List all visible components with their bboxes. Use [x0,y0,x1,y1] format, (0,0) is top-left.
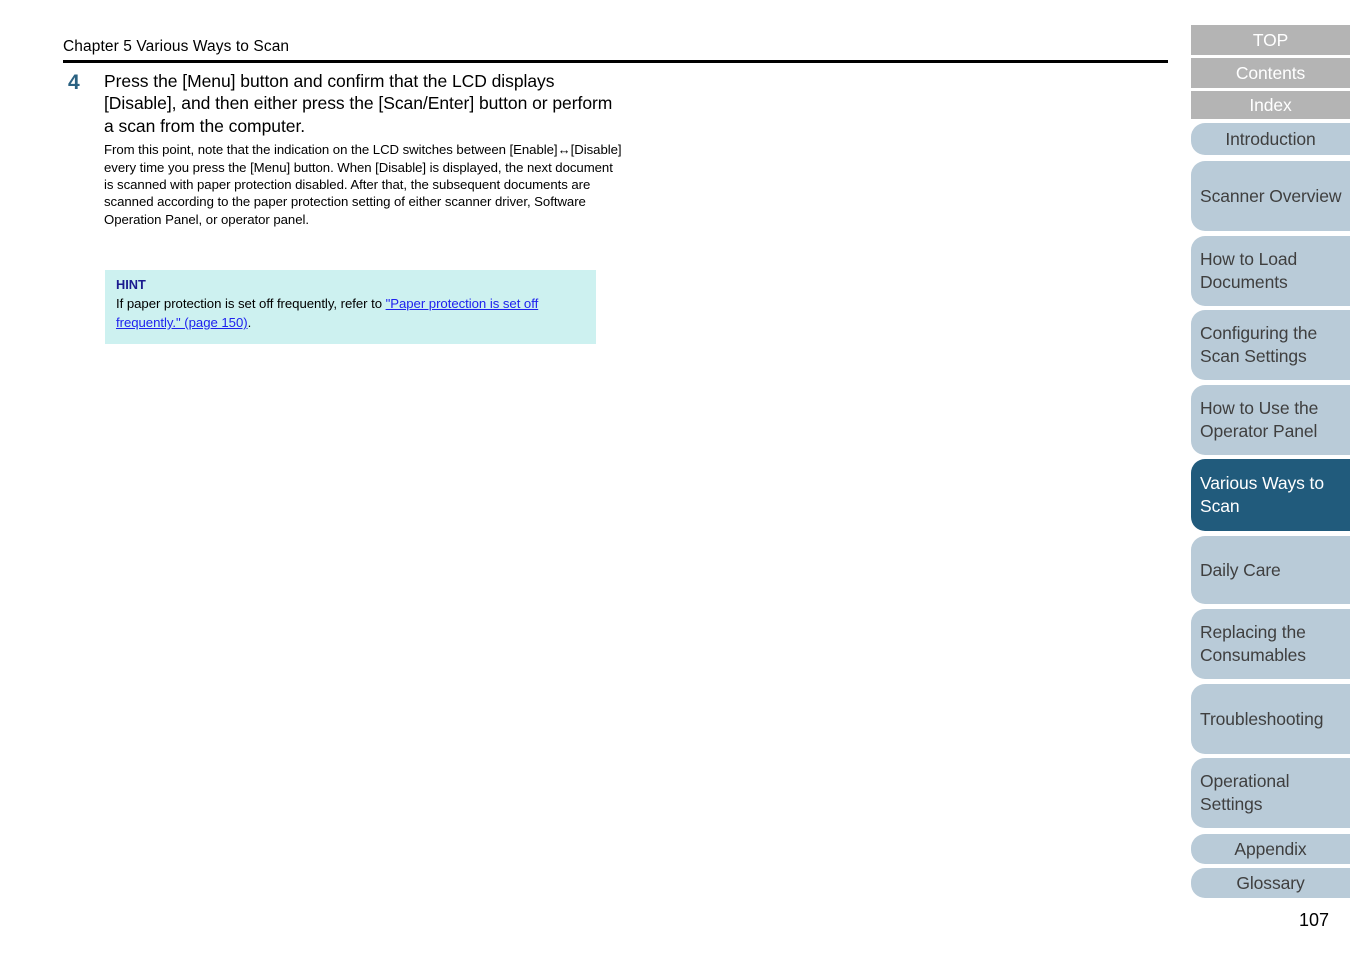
side-navigation: TOP Contents Index Introduction Scanner Over… [1185,0,1350,954]
step-body: Press the [Menu] button and confirm that… [104,70,623,228]
step-number: 4 [68,71,80,94]
nav-item-label: Troubleshooting [1200,708,1324,729]
chapter-header: Chapter 5 Various Ways to Scan [63,38,290,55]
step-description: From this point, note that the indicatio… [104,142,622,227]
nav-item-introduction[interactable]: Introduction [1191,123,1350,155]
nav-item-label: Index [1249,94,1292,115]
document-page: Chapter 5 Various Ways to Scan 4 Press t… [0,0,1350,954]
nav-item-label: Appendix [1234,838,1307,859]
page-number: 107 [1298,910,1329,930]
nav-item-how-to-load-documents[interactable]: How to Load Documents [1191,236,1350,306]
nav-item-label: How to Use the Operator Panel [1200,398,1319,441]
nav-item-configuring-the-scan-settings[interactable]: Configuring the Scan Settings [1191,310,1350,380]
nav-item-troubleshooting[interactable]: Troubleshooting [1191,684,1350,754]
nav-item-label: Scanner Overview [1200,185,1342,206]
nav-item-label: Various Ways to Scan [1200,473,1324,516]
nav-item-label: Contents [1235,62,1306,83]
nav-item-appendix[interactable]: Appendix [1191,834,1350,864]
nav-item-top[interactable]: TOP [1191,25,1350,55]
nav-item-index[interactable]: Index [1191,91,1350,119]
step-block: 4 Press the [Menu] button and confirm th… [63,70,623,228]
step-title: Press the [Menu] button and confirm that… [104,71,613,136]
hint-text-after: . [247,315,252,330]
nav-item-label: Glossary [1236,872,1305,893]
header-divider [63,60,1168,63]
nav-item-label: How to Load Documents [1200,249,1298,292]
nav-item-label: TOP [1252,29,1289,50]
nav-item-contents[interactable]: Contents [1191,58,1350,88]
hint-box: HINT If paper protection is set off freq… [105,270,596,344]
nav-item-how-to-use-the-operator-panel[interactable]: How to Use the Operator Panel [1191,385,1350,455]
nav-item-glossary[interactable]: Glossary [1191,868,1350,898]
nav-item-label: Operational Settings [1200,771,1290,814]
nav-item-scanner-overview[interactable]: Scanner Overview [1191,161,1350,231]
nav-item-label: Introduction [1225,128,1316,149]
nav-item-various-ways-to-scan[interactable]: Various Ways to Scan [1191,459,1350,531]
hint-text-before: If paper protection is set off frequentl… [116,296,386,311]
hint-text: If paper protection is set off frequentl… [116,294,584,332]
nav-item-operational-settings[interactable]: Operational Settings [1191,758,1350,828]
nav-item-label: Replacing the Consumables [1200,622,1306,665]
nav-item-daily-care[interactable]: Daily Care [1191,536,1350,604]
nav-item-label: Daily Care [1200,559,1281,580]
hint-label: HINT [116,277,146,292]
nav-item-label: Configuring the Scan Settings [1200,323,1318,366]
nav-item-replacing-the-consumables[interactable]: Replacing the Consumables [1191,609,1350,679]
